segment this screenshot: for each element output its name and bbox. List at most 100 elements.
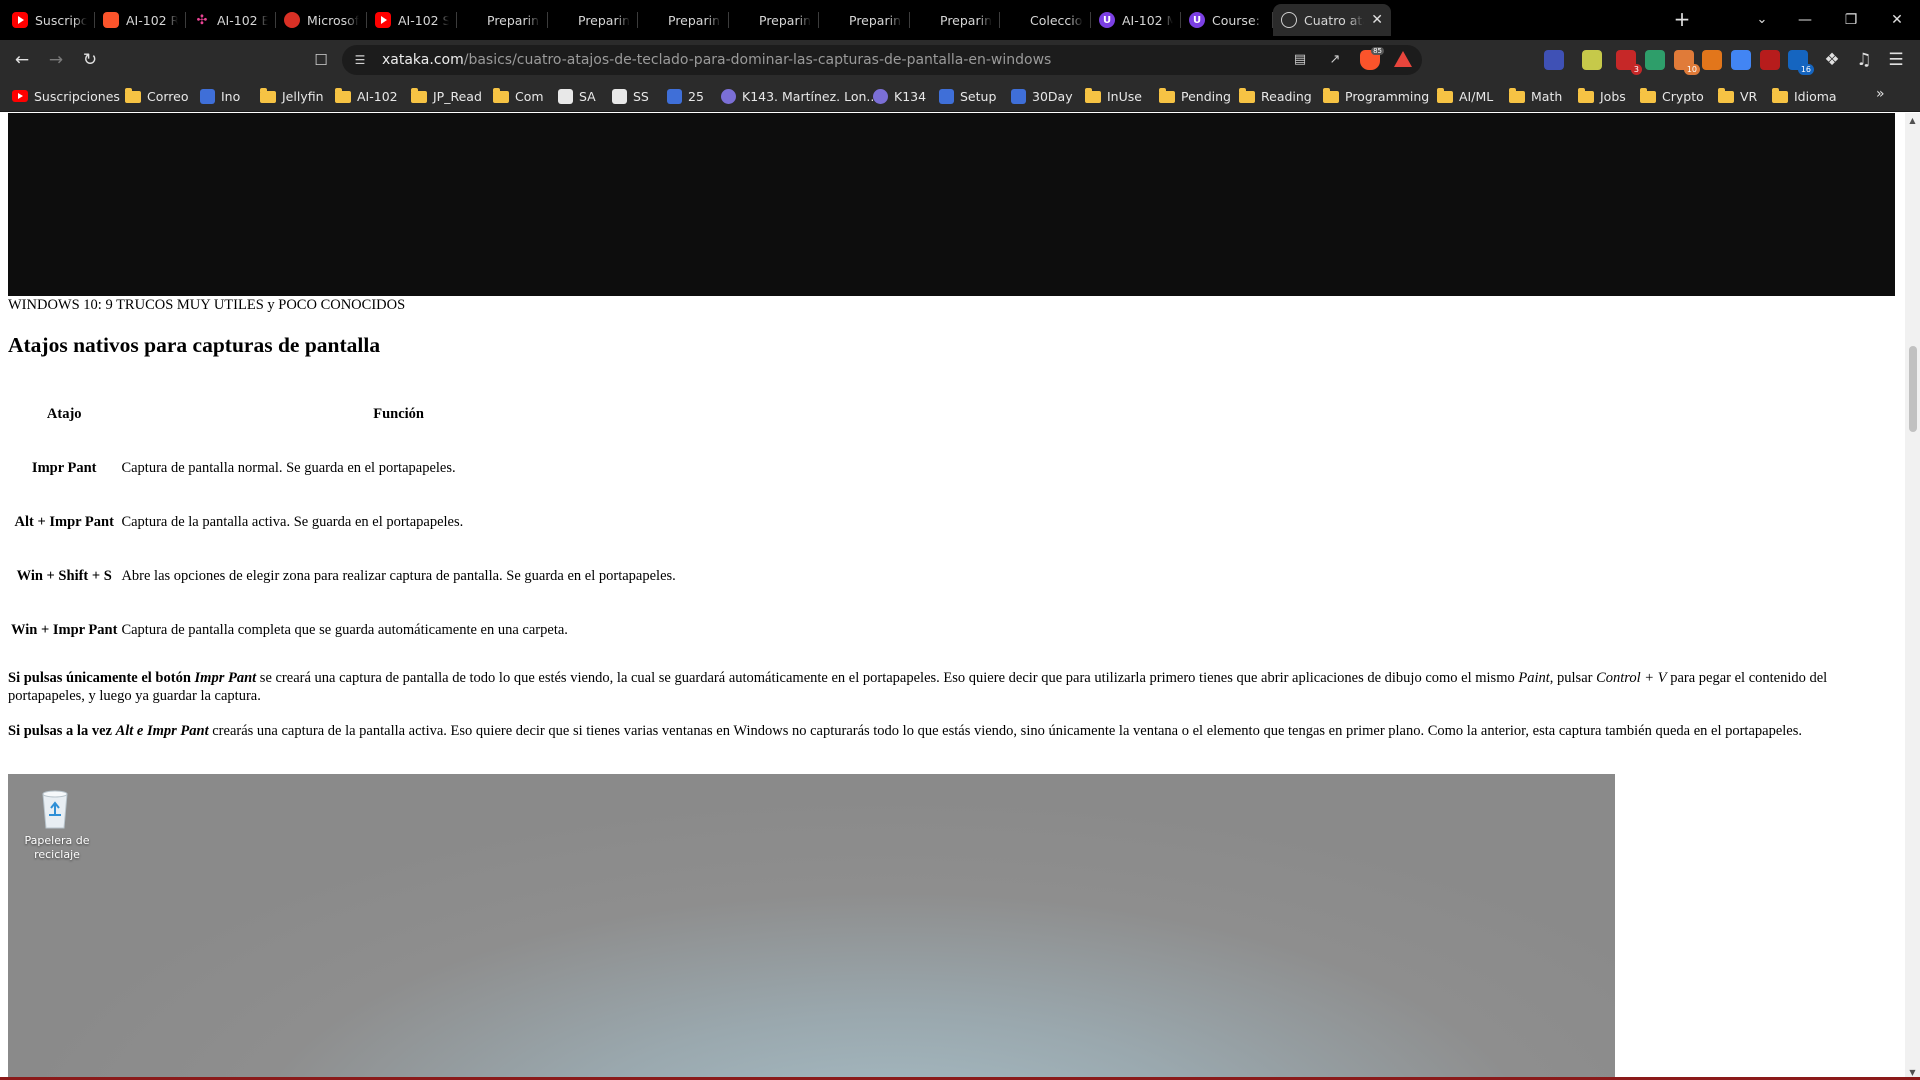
url-host: xataka.com [382, 52, 464, 68]
tab[interactable]: Preparing for [548, 4, 638, 36]
brave-rewards-icon[interactable] [1394, 51, 1412, 67]
tab[interactable]: AI-102 Resources [95, 4, 186, 36]
scroll-thumb[interactable] [1909, 346, 1917, 432]
bookmark-item[interactable]: AI-102 [335, 86, 398, 106]
close-tab-icon[interactable]: ✕ [1371, 12, 1383, 28]
address-bar[interactable]: ☰ xataka.com/basics/cuatro-atajos-de-tec… [342, 45, 1422, 75]
tab-active[interactable]: Cuatro atajos ✕ [1273, 4, 1391, 36]
extension-3-icon[interactable]: 3 [1616, 50, 1642, 75]
bookmark-item[interactable]: InUse [1085, 86, 1142, 106]
extension-1-icon[interactable] [1544, 50, 1564, 70]
forward-button[interactable]: → [44, 48, 68, 72]
restore-button[interactable]: ❐ [1828, 0, 1874, 40]
media-controls-icon[interactable]: ♫ [1852, 48, 1876, 72]
menu-icon[interactable]: ☰ [1884, 48, 1908, 72]
bookmark-item[interactable]: JP_Read [411, 86, 482, 106]
bookmark-item[interactable]: 25 [667, 86, 704, 106]
folder-icon [1640, 88, 1656, 103]
tab[interactable]: Preparing for [457, 4, 548, 36]
bookmark-item[interactable]: Programming [1323, 86, 1429, 106]
dots-icon: ✣ [196, 12, 208, 28]
extension-badge: 16 [1797, 64, 1814, 75]
tab-title: AI-102 Microsoft [1122, 12, 1173, 28]
tab[interactable]: Preparing for [638, 4, 729, 36]
bookmark-item[interactable]: K143. Martínez. Lon... [721, 86, 878, 106]
bookmark-label: K143. Martínez. Lon... [742, 88, 879, 104]
extension-8-icon[interactable] [1760, 50, 1780, 70]
page-scrollbar[interactable]: ▲ ▼ [1905, 113, 1920, 1080]
minimize-button[interactable]: — [1782, 0, 1828, 40]
extension-9-icon[interactable]: 16 [1788, 50, 1814, 75]
bookmark-item[interactable]: Ino [200, 86, 240, 106]
tab-search-chevron-icon[interactable]: ⌄ [1750, 8, 1774, 32]
bookmark-item[interactable]: Com [493, 86, 544, 106]
more-bookmarks-icon[interactable]: » [1876, 86, 1885, 102]
extension-7-icon[interactable] [1731, 50, 1751, 70]
extension-2-icon[interactable] [1582, 50, 1602, 70]
site-info-icon[interactable]: ☰ [352, 52, 368, 68]
shortcut-function: Captura de pantalla completa que se guar… [121, 621, 568, 638]
folder-icon [1578, 88, 1594, 103]
bookmark-item[interactable]: Jobs [1578, 86, 1626, 106]
folder-icon [125, 88, 141, 103]
url-text[interactable]: xataka.com/basics/cuatro-atajos-de-tecla… [382, 45, 1051, 75]
share-icon[interactable]: ↗ [1327, 52, 1343, 68]
extension-5-icon[interactable]: 10 [1674, 50, 1700, 75]
bookmark-item[interactable]: Pending [1159, 86, 1231, 106]
bookmark-item[interactable]: SS [612, 86, 649, 106]
bookmark-icon[interactable]: ☐ [309, 48, 333, 72]
tab[interactable]: U Course: Practice [1181, 4, 1273, 36]
bookmark-item[interactable]: Setup [939, 86, 996, 106]
metamask-icon[interactable] [1702, 50, 1722, 70]
tab[interactable]: Suscripciones [4, 4, 95, 36]
bookmark-item[interactable]: SA [558, 86, 596, 106]
youtube-icon [375, 12, 391, 28]
bookmark-item[interactable]: Reading [1239, 86, 1312, 106]
tab-title: Preparing for [940, 12, 992, 28]
brave-shield-icon[interactable] [1360, 47, 1384, 70]
embedded-video[interactable] [8, 113, 1895, 296]
bookmark-item[interactable]: Correo [125, 86, 189, 106]
bookmark-label: Idioma [1794, 88, 1837, 104]
tab[interactable]: ✣ AI-102 Exam [186, 4, 276, 36]
table-row: Alt + Impr Pant Captura de la pantalla a… [10, 496, 677, 548]
extension-4-icon[interactable] [1645, 50, 1665, 70]
extension-badge: 10 [1683, 64, 1700, 75]
bookmark-item[interactable]: Idioma [1772, 86, 1837, 106]
reload-button[interactable]: ↻ [78, 48, 102, 72]
bookmark-item[interactable]: VR [1718, 86, 1757, 106]
bookmark-item[interactable]: Suscripciones [12, 86, 120, 106]
url-path: /basics/cuatro-atajos-de-teclado-para-do… [463, 52, 1052, 68]
bookmark-item[interactable]: K134 [873, 86, 926, 106]
tab[interactable]: AI-102 Study [367, 4, 457, 36]
extensions-puzzle-icon[interactable]: ❖ [1820, 48, 1844, 72]
tab-title: AI-102 Resources [126, 12, 178, 28]
folder-icon [1159, 88, 1175, 103]
tab[interactable]: Microsoft Exam [276, 4, 367, 36]
bookmark-item[interactable]: Crypto [1640, 86, 1704, 106]
youtube-icon [12, 12, 28, 28]
reader-mode-icon[interactable]: ▤ [1292, 52, 1308, 68]
tab[interactable]: Colecciones [1000, 4, 1091, 36]
folder-icon [411, 88, 427, 103]
bookmark-item[interactable]: AI/ML [1437, 86, 1493, 106]
bookmark-label: Jobs [1600, 88, 1626, 104]
tab[interactable]: Preparing for [729, 4, 819, 36]
bookmark-item[interactable]: Jellyfin [260, 86, 324, 106]
tab[interactable]: U AI-102 Microsoft [1091, 4, 1181, 36]
bookmark-item[interactable]: Math [1509, 86, 1562, 106]
close-window-button[interactable]: ✕ [1874, 0, 1920, 40]
folder-icon [1437, 88, 1453, 103]
shortcut-key: Win + Impr Pant [11, 621, 118, 638]
bookmark-favicon-icon [558, 88, 573, 104]
new-tab-button[interactable]: + [1670, 8, 1694, 32]
tab[interactable]: Preparing for [819, 4, 910, 36]
back-button[interactable]: ← [10, 48, 34, 72]
tab-title: Preparing for [578, 12, 630, 28]
bookmark-item[interactable]: 30Day [1011, 86, 1073, 106]
paragraph-lead: Si pulsas únicamente el botón [8, 670, 195, 686]
folder-icon [335, 88, 351, 103]
bookmark-favicon-icon [939, 88, 954, 104]
tab[interactable]: Preparing for [910, 4, 1000, 36]
scroll-up-arrow-icon[interactable]: ▲ [1905, 113, 1920, 128]
